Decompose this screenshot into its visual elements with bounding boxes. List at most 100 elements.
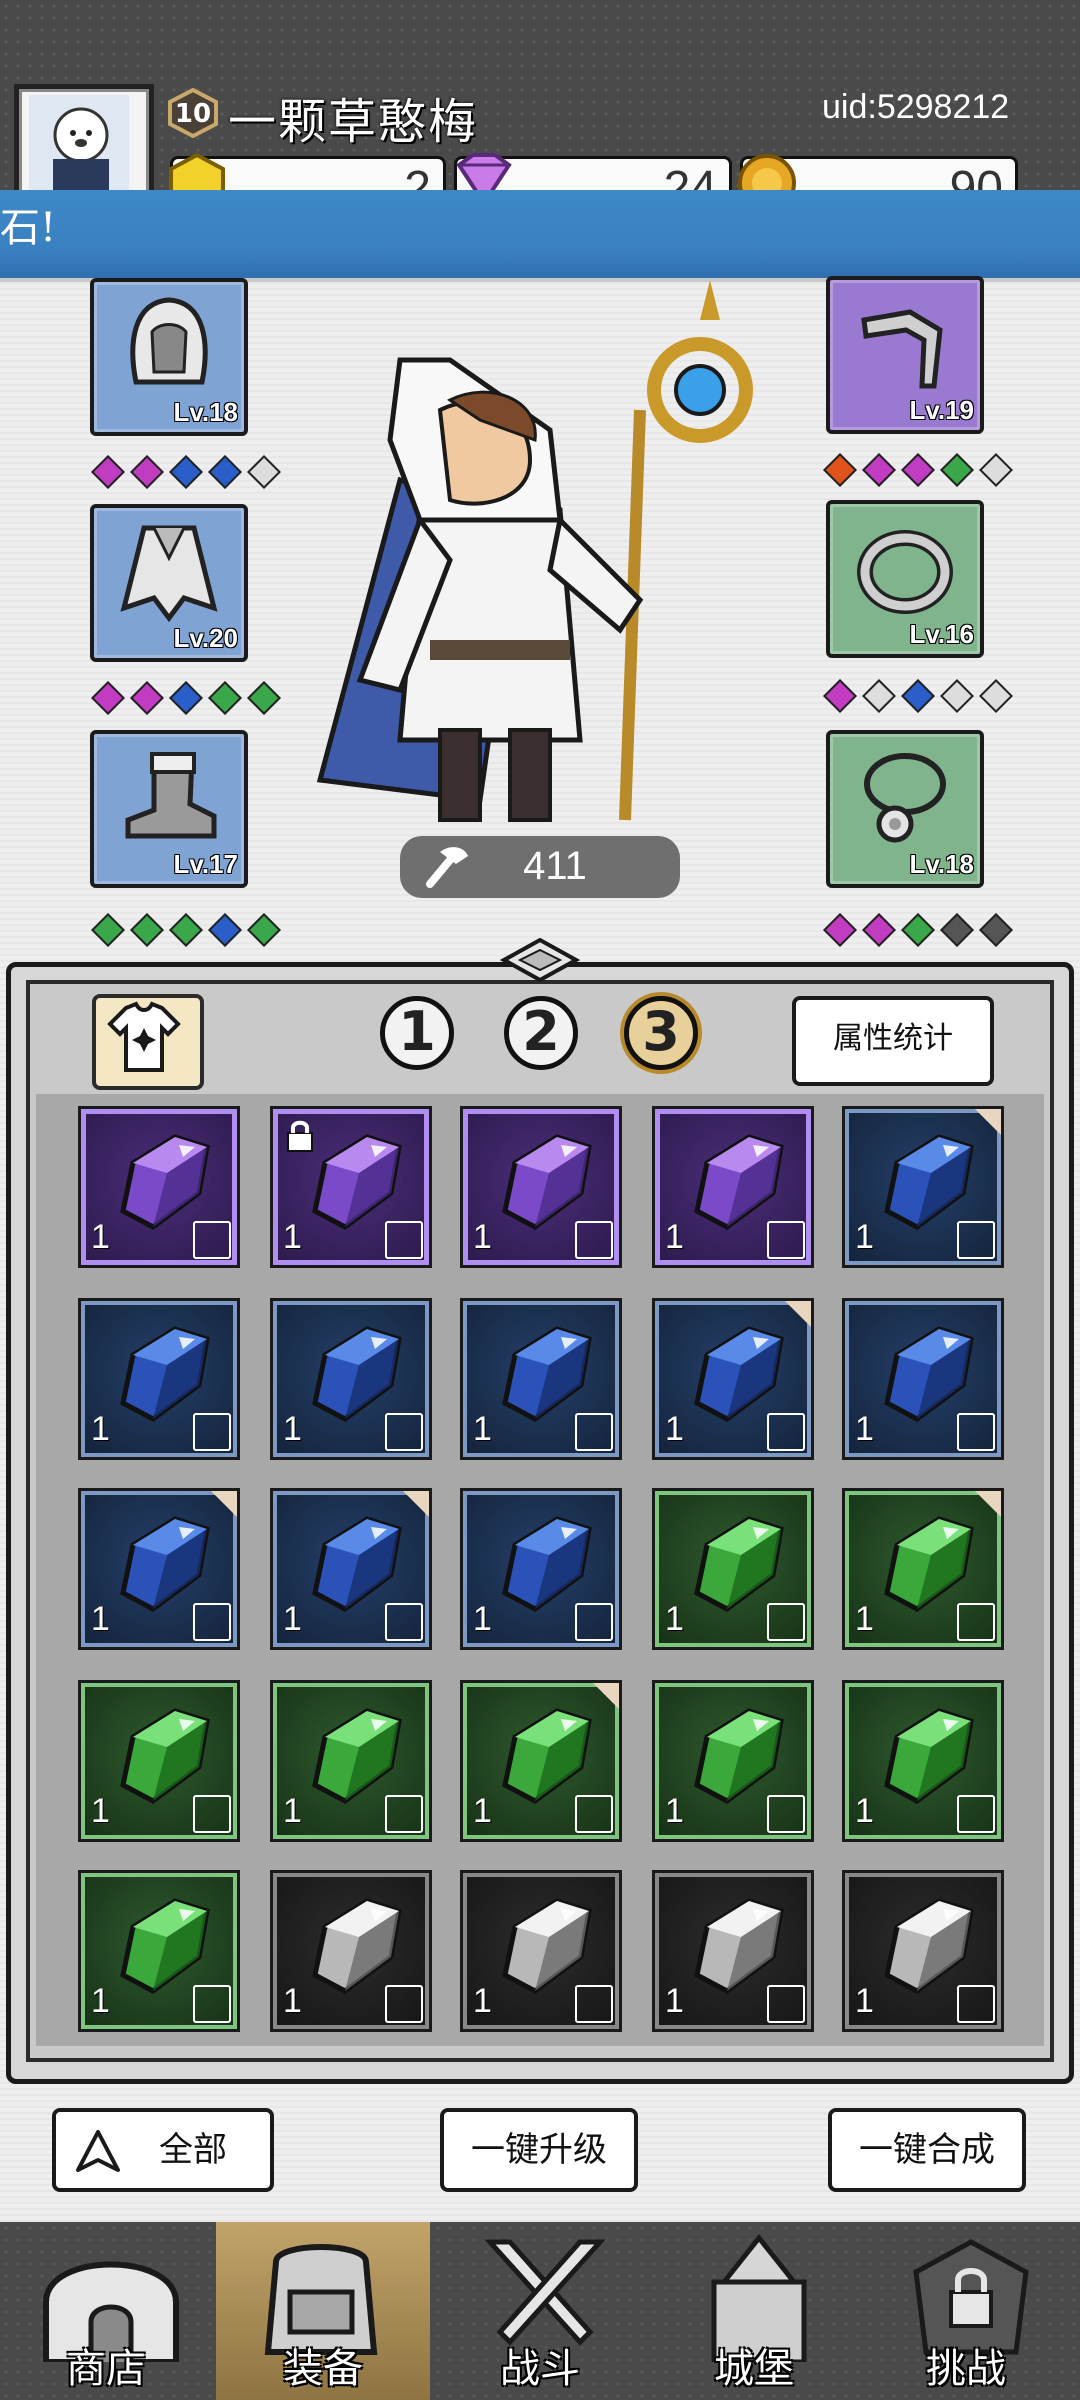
gem-socket <box>208 681 242 715</box>
equip-slot-armor[interactable]: Lv.20 <box>90 504 248 662</box>
equip-level: Lv.19 <box>909 395 974 425</box>
gem-socket <box>91 913 125 947</box>
item-quantity: 1 <box>91 1410 110 1448</box>
inventory-item[interactable]: 1 <box>270 1298 432 1460</box>
equip-slot-ring[interactable]: Lv.16 <box>826 500 984 658</box>
nav-shop[interactable]: 商店 <box>6 2222 206 2400</box>
inventory-item[interactable]: 1 <box>270 1488 432 1650</box>
nav-equipment-label: 装备 <box>283 2346 363 2392</box>
equip-slot-weapon[interactable]: Lv.19 <box>826 276 984 434</box>
item-quantity: 1 <box>283 1410 302 1448</box>
new-item-marker <box>785 1301 811 1327</box>
equip-slot-hood[interactable]: Lv.18 <box>90 278 248 436</box>
inventory-page-1[interactable]: 1 <box>380 996 454 1070</box>
nav-castle[interactable]: 城堡 <box>654 2222 854 2400</box>
ring-slot-icon <box>767 1603 805 1641</box>
gem-socket <box>169 913 203 947</box>
equip-slot-boots[interactable]: Lv.17 <box>90 730 248 888</box>
item-quantity: 1 <box>473 1792 492 1830</box>
inventory-item[interactable]: 1 <box>78 1680 240 1842</box>
lock-icon <box>287 1120 313 1152</box>
gem-socket <box>940 453 974 487</box>
gem-socket <box>979 913 1013 947</box>
inventory-item[interactable]: 1 <box>460 1870 622 2032</box>
inventory-item[interactable]: 1 <box>652 1870 814 2032</box>
necklace-slot-icon <box>193 1603 231 1641</box>
inventory-item[interactable]: 1 <box>842 1870 1004 2032</box>
inventory-item[interactable]: 1 <box>78 1298 240 1460</box>
hood-gem-sockets <box>91 455 281 489</box>
new-item-marker <box>403 1491 429 1517</box>
gem-socket <box>247 455 281 489</box>
inventory-item[interactable]: 1 <box>270 1680 432 1842</box>
gem-socket <box>823 913 857 947</box>
equip-slot-necklace[interactable]: Lv.18 <box>826 730 984 888</box>
item-quantity: 1 <box>91 1792 110 1830</box>
gem-socket <box>130 913 164 947</box>
gem-socket <box>169 455 203 489</box>
inventory-item[interactable]: 1 <box>842 1488 1004 1650</box>
inventory-item[interactable]: 1 <box>652 1298 814 1460</box>
panel-notch-icon <box>500 938 580 982</box>
inventory-item[interactable]: 1 <box>78 1870 240 2032</box>
gem-socket <box>862 913 896 947</box>
upgrade-all-button[interactable]: 一键升级 <box>440 2108 638 2192</box>
player-uid: uid:5298212 <box>822 88 1010 126</box>
ring-slot-icon <box>193 1413 231 1451</box>
inventory-item[interactable]: 1 <box>78 1488 240 1650</box>
weapon-icon <box>861 309 943 389</box>
boots-slot-icon <box>957 1985 995 2023</box>
nav-challenge-label: 挑战 <box>926 2346 1006 2392</box>
boots-slot-icon <box>385 1795 423 1833</box>
item-quantity: 1 <box>91 1218 110 1256</box>
inventory-item[interactable]: 1 <box>652 1488 814 1650</box>
inventory-item[interactable]: 1 <box>270 1106 432 1268</box>
outfit-button[interactable] <box>92 994 204 1090</box>
inventory-item[interactable]: 1 <box>842 1298 1004 1460</box>
armor-slot-icon <box>385 1413 423 1451</box>
item-quantity: 1 <box>91 1982 110 2020</box>
hero-mage-character[interactable] <box>280 280 800 860</box>
merge-all-button[interactable]: 一键合成 <box>828 2108 1026 2192</box>
equip-level: Lv.17 <box>173 849 238 879</box>
inventory-item[interactable]: 1 <box>652 1106 814 1268</box>
gem-socket <box>247 681 281 715</box>
hood-icon <box>130 297 208 385</box>
nav-equipment[interactable]: 装备 <box>216 2222 430 2400</box>
equip-level: Lv.18 <box>909 849 974 879</box>
combat-power-value: 411 <box>523 844 587 888</box>
inventory-item[interactable]: 1 <box>460 1488 622 1650</box>
item-quantity: 1 <box>473 1218 492 1256</box>
boots-gem-sockets <box>91 913 281 947</box>
ring-slot-icon <box>575 1985 613 2023</box>
filter-all-button[interactable]: 全部 <box>52 2108 274 2192</box>
inventory-item[interactable]: 1 <box>842 1106 1004 1268</box>
nav-battle[interactable]: 战斗 <box>440 2222 640 2400</box>
item-quantity: 1 <box>665 1218 684 1256</box>
inventory-item[interactable]: 1 <box>652 1680 814 1842</box>
gem-socket <box>169 681 203 715</box>
inventory-page-3[interactable]: 3 <box>624 996 698 1070</box>
attribute-stats-button[interactable]: 属性统计 <box>792 996 994 1086</box>
item-quantity: 1 <box>283 1218 302 1256</box>
armor-slot-icon <box>767 1985 805 2023</box>
nav-challenge[interactable]: 挑战 <box>866 2222 1066 2400</box>
inventory-item[interactable]: 1 <box>460 1298 622 1460</box>
gem-socket <box>901 679 935 713</box>
inventory-page-2[interactable]: 2 <box>504 996 578 1070</box>
gem-socket <box>901 913 935 947</box>
inventory-item[interactable]: 1 <box>842 1680 1004 1842</box>
armor-slot-icon <box>575 1413 613 1451</box>
item-quantity: 1 <box>855 1982 874 2020</box>
boots-slot-icon <box>193 1221 231 1259</box>
inventory-item[interactable]: 1 <box>460 1680 622 1842</box>
item-quantity: 1 <box>473 1410 492 1448</box>
inventory-item[interactable]: 1 <box>270 1870 432 2032</box>
weapon-slot-icon <box>767 1795 805 1833</box>
inventory-item[interactable]: 1 <box>460 1106 622 1268</box>
notice-banner-text: 石! <box>0 205 57 251</box>
inventory-item[interactable]: 1 <box>78 1106 240 1268</box>
item-quantity: 1 <box>855 1410 874 1448</box>
equip-level: Lv.16 <box>909 619 974 649</box>
gem-socket <box>208 913 242 947</box>
